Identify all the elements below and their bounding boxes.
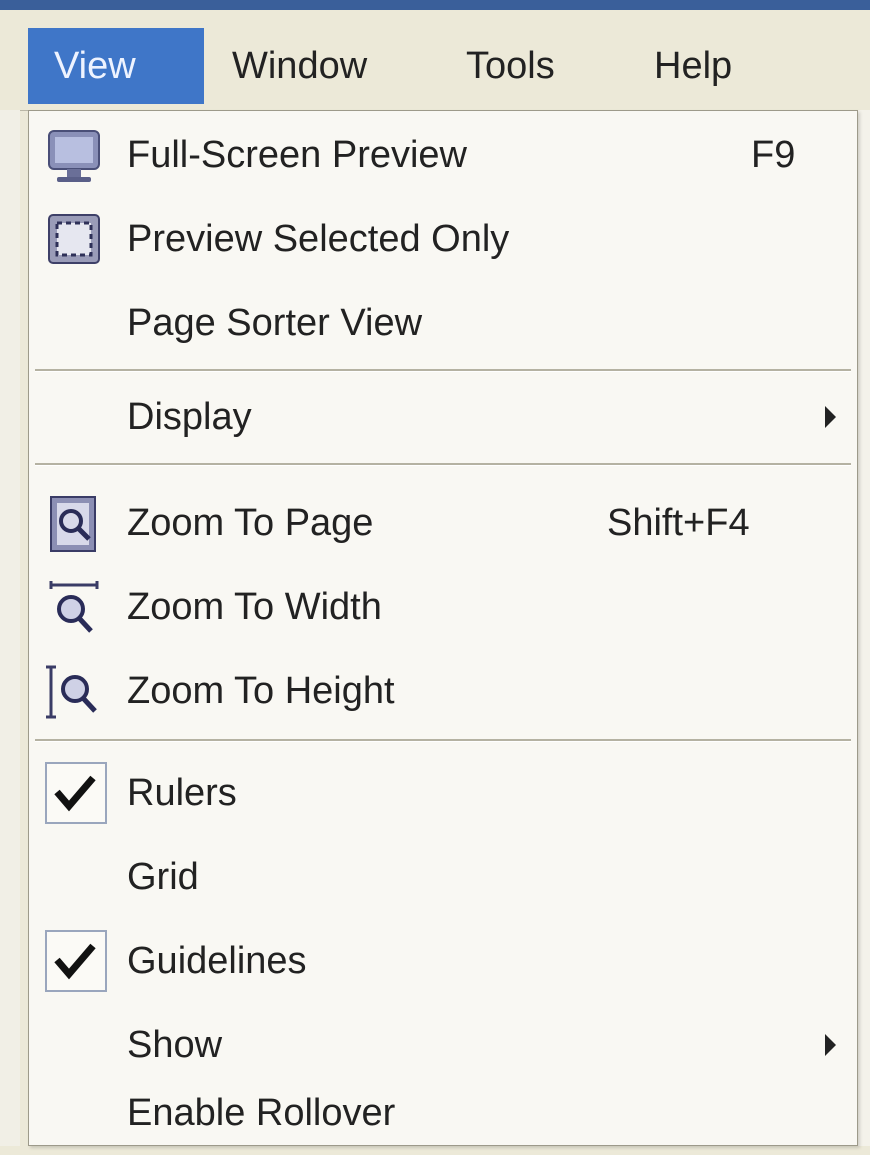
check-box [45, 762, 107, 824]
menu-item-label: Enable Rollover [127, 1092, 396, 1134]
menu-item-label: Zoom To Width [127, 586, 382, 628]
preview-selected-icon [48, 214, 100, 264]
menu-item-label: Full-Screen Preview [127, 134, 467, 176]
menu-item-label: Display [127, 396, 252, 438]
menu-item-label: Rulers [127, 772, 237, 814]
menu-item-label: Preview Selected Only [127, 218, 510, 260]
menu-item-label: Guidelines [127, 940, 307, 982]
menu-help[interactable]: Help [648, 28, 738, 104]
menu-item-zoom-to-page[interactable]: Zoom To Page Shift+F4 [29, 481, 857, 565]
submenu-arrow-icon [825, 406, 836, 428]
background-window-edge-right [858, 110, 870, 1146]
view-menu-dropdown: Full-Screen Preview F9 Preview Selected … [28, 110, 858, 1146]
checkmark-icon [54, 943, 96, 980]
menu-separator [35, 739, 851, 742]
shortcut-label: F9 [751, 134, 796, 176]
menu-item-full-screen-preview[interactable]: Full-Screen Preview F9 [29, 113, 857, 197]
menu-view[interactable]: View [28, 28, 204, 104]
check-box [45, 930, 107, 992]
menu-separator [35, 463, 851, 466]
checkmark-icon [54, 775, 96, 812]
menu-separator [35, 369, 851, 372]
menu-item-label: Page Sorter View [127, 302, 423, 344]
menu-item-display[interactable]: Display [29, 375, 857, 459]
menu-item-zoom-to-height[interactable]: Zoom To Height [29, 649, 857, 733]
shortcut-label: Shift+F4 [607, 502, 750, 544]
background-window-edge [0, 110, 20, 1146]
zoom-page-icon [50, 496, 96, 552]
monitor-icon [48, 130, 100, 182]
menu-bar: View Window Tools Help [0, 10, 870, 111]
menu-item-zoom-to-width[interactable]: Zoom To Width [29, 565, 857, 649]
window-top-strip [0, 0, 870, 10]
zoom-width-icon [49, 581, 99, 633]
menu-tools[interactable]: Tools [460, 28, 561, 104]
menu-item-preview-selected-only[interactable]: Preview Selected Only [29, 197, 857, 281]
menu-item-label: Grid [127, 856, 199, 898]
menu-item-enable-rollover[interactable]: Enable Rollover [29, 1071, 857, 1155]
menu-item-label: Zoom To Height [127, 670, 395, 712]
menu-item-grid[interactable]: Grid [29, 835, 857, 919]
menu-item-rulers[interactable]: Rulers [29, 751, 857, 835]
menu-window[interactable]: Window [226, 28, 373, 104]
menu-item-guidelines[interactable]: Guidelines [29, 919, 857, 1003]
menu-item-page-sorter-view[interactable]: Page Sorter View [29, 281, 857, 365]
zoom-height-icon [46, 665, 97, 719]
submenu-arrow-icon [825, 1034, 836, 1056]
menu-item-label: Zoom To Page [127, 502, 374, 544]
